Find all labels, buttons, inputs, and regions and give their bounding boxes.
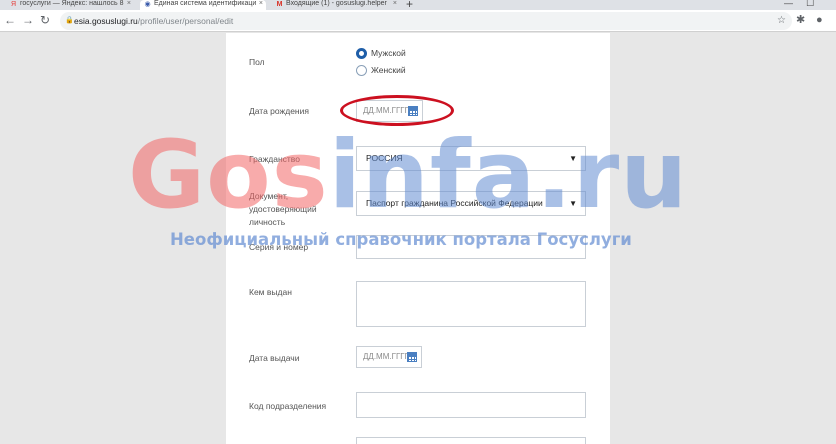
gmail-favicon-icon: M [276,1,283,8]
profile-avatar-icon[interactable]: ● [816,13,823,27]
tab-title: госуслуги — Яндекс: нашлось 8 [20,0,124,7]
issue-date-placeholder: ДД.ММ.ГГГГ [363,352,409,361]
forward-arrow-icon[interactable]: → [21,13,35,27]
yandex-favicon-icon: Я [10,1,17,8]
division-code-label: Код подразделения [249,401,327,411]
browser-toolbar: ← → ↻ 🔒 esia.gosuslugi.ru/profile/user/p… [0,10,836,32]
radio-male[interactable] [356,48,367,59]
watermark-part-1: Gos [128,121,329,230]
gender-label: Пол [249,57,265,67]
division-code-input[interactable] [356,392,586,418]
close-tab-icon[interactable]: × [127,0,131,8]
radio-female[interactable] [356,65,367,76]
radio-male-label: Мужской [371,48,406,58]
back-arrow-icon[interactable]: ← [3,13,17,27]
extensions-puzzle-icon[interactable]: ✱ [796,13,805,27]
watermark-logo: Gosinfa.ru [128,128,688,224]
watermark-subtitle: Неофициальный справочник портала Госуслу… [170,230,632,249]
tab-title: Входящие (1) - gosuslugi.helper [286,0,387,7]
next-field-input[interactable] [356,437,586,444]
tab-title: Единая система идентификаци [154,0,257,7]
tab-esia[interactable]: ◉ Единая система идентификаци × [140,0,266,10]
url-path: /profile/user/personal/edit [137,16,234,26]
birth-date-label: Дата рождения [249,106,309,116]
close-tab-icon[interactable]: × [259,0,263,8]
browser-tab-strip: Я госуслуги — Яндекс: нашлось 8 × ◉ Един… [0,0,836,10]
minimize-button[interactable]: — [784,0,793,8]
tab-gmail[interactable]: M Входящие (1) - gosuslugi.helper × [272,0,400,10]
issued-by-label: Кем выдан [249,287,292,297]
lock-icon: 🔒 [65,17,74,24]
gosuslugi-favicon-icon: ◉ [144,1,151,8]
issue-date-input[interactable]: ДД.ММ.ГГГГ [356,346,422,368]
reload-icon[interactable]: ↻ [38,13,52,27]
url-host: esia.gosuslugi.ru [74,16,138,26]
bookmark-star-icon[interactable]: ☆ [777,12,786,30]
watermark-part-2: infa.ru [328,121,689,230]
radio-female-label: Женский [371,65,406,75]
address-bar[interactable]: 🔒 esia.gosuslugi.ru/profile/user/persona… [60,12,792,30]
new-tab-button[interactable]: + [406,0,413,10]
issued-by-textarea[interactable] [356,281,586,327]
calendar-icon[interactable] [407,352,417,362]
issue-date-label: Дата выдачи [249,353,300,363]
maximize-button[interactable]: ☐ [806,0,814,9]
tab-yandex[interactable]: Я госуслуги — Яндекс: нашлось 8 × [6,0,134,10]
close-tab-icon[interactable]: × [393,0,397,8]
